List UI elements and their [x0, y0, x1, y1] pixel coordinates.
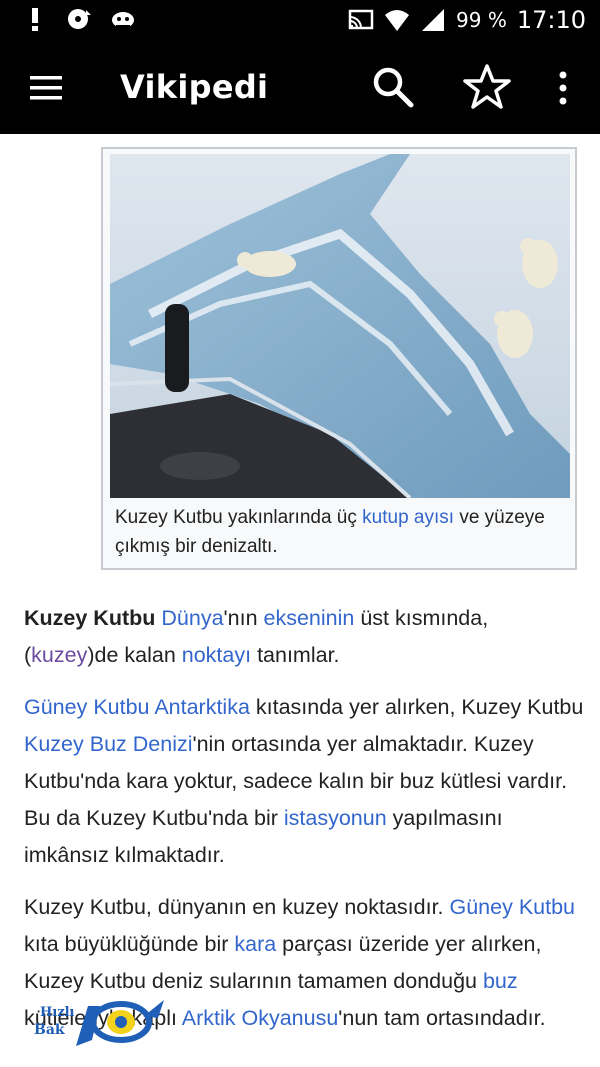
search-icon[interactable]	[370, 64, 416, 110]
cloud-fish-icon	[112, 12, 134, 29]
status-icons-right: 99 % 17:10	[348, 6, 586, 34]
watermark-line2: Bak	[34, 1022, 65, 1038]
article-content: Kuzey Kutbu Dünya'nın ekseninin üst kısm…	[24, 600, 584, 1052]
link-kuzey-buz-denizi[interactable]: Kuzey Buz Denizi	[24, 732, 193, 756]
caption-text: Kuzey Kutbu yakınlarında üç	[115, 507, 363, 528]
wifi-icon	[385, 10, 410, 31]
link-noktayi[interactable]: noktayı	[182, 643, 251, 667]
link-kuzey[interactable]: kuzey	[31, 643, 87, 667]
alert-icon	[32, 8, 38, 31]
link-arktik-okyanusu[interactable]: Arktik Okyanusu	[182, 1006, 339, 1030]
body-text: kıtasında yer alırken, Kuzey Kutbu	[249, 695, 584, 719]
body-text: 'nun tam ortasındadır.	[338, 1006, 546, 1030]
figure-thumbnail: Kuzey Kutbu yakınlarında üç kutup ayısı …	[101, 147, 577, 570]
link-buz[interactable]: buz	[483, 969, 518, 993]
body-text: 'nın	[223, 606, 264, 630]
link-kutup-ayisi[interactable]: kutup ayısı	[362, 507, 454, 528]
star-icon[interactable]	[462, 62, 512, 112]
paragraph-1: Kuzey Kutbu Dünya'nın ekseninin üst kısm…	[24, 600, 584, 674]
link-ekseninin[interactable]: ekseninin	[264, 606, 355, 630]
cell-signal-icon	[422, 9, 445, 31]
watermark-line1: Hızlı	[40, 1005, 75, 1020]
link-guney-kutbu[interactable]: Güney Kutbu	[24, 695, 150, 719]
status-icons-left	[22, 6, 136, 32]
link-kara[interactable]: kara	[234, 932, 276, 956]
battery-percent: 99 %	[456, 8, 507, 32]
more-vert-icon[interactable]	[548, 68, 578, 108]
body-text: tanımlar.	[251, 643, 340, 667]
body-text: )de kalan	[87, 643, 182, 667]
article-subject: Kuzey Kutbu	[24, 606, 156, 630]
status-bar: 99 % 17:10	[0, 0, 600, 42]
figure-caption: Kuzey Kutbu yakınlarında üç kutup ayısı …	[115, 503, 565, 561]
link-dunya[interactable]: Dünya	[161, 606, 223, 630]
link-antarktika[interactable]: Antarktika	[154, 695, 250, 719]
app-title: Vikipedi	[120, 68, 269, 106]
clock-time: 17:10	[516, 6, 586, 34]
menu-icon[interactable]	[28, 70, 64, 106]
link-istasyonun[interactable]: istasyonun	[284, 806, 387, 830]
cast-icon	[348, 9, 374, 30]
body-text: kıta büyüklüğünde bir	[24, 932, 235, 956]
sync-disc-icon	[68, 9, 91, 29]
watermark-logo: Hızlı Bak	[34, 1000, 164, 1046]
paragraph-2: Güney Kutbu Antarktika kıtasında yer alı…	[24, 689, 584, 874]
link-guney-kutbu-2[interactable]: Güney Kutbu	[450, 895, 576, 919]
body-text: Kuzey Kutbu, dünyanın en kuzey noktasıdı…	[24, 895, 450, 919]
polar-bears-submarine-image[interactable]	[110, 154, 570, 498]
app-bar: Vikipedi	[0, 42, 600, 134]
